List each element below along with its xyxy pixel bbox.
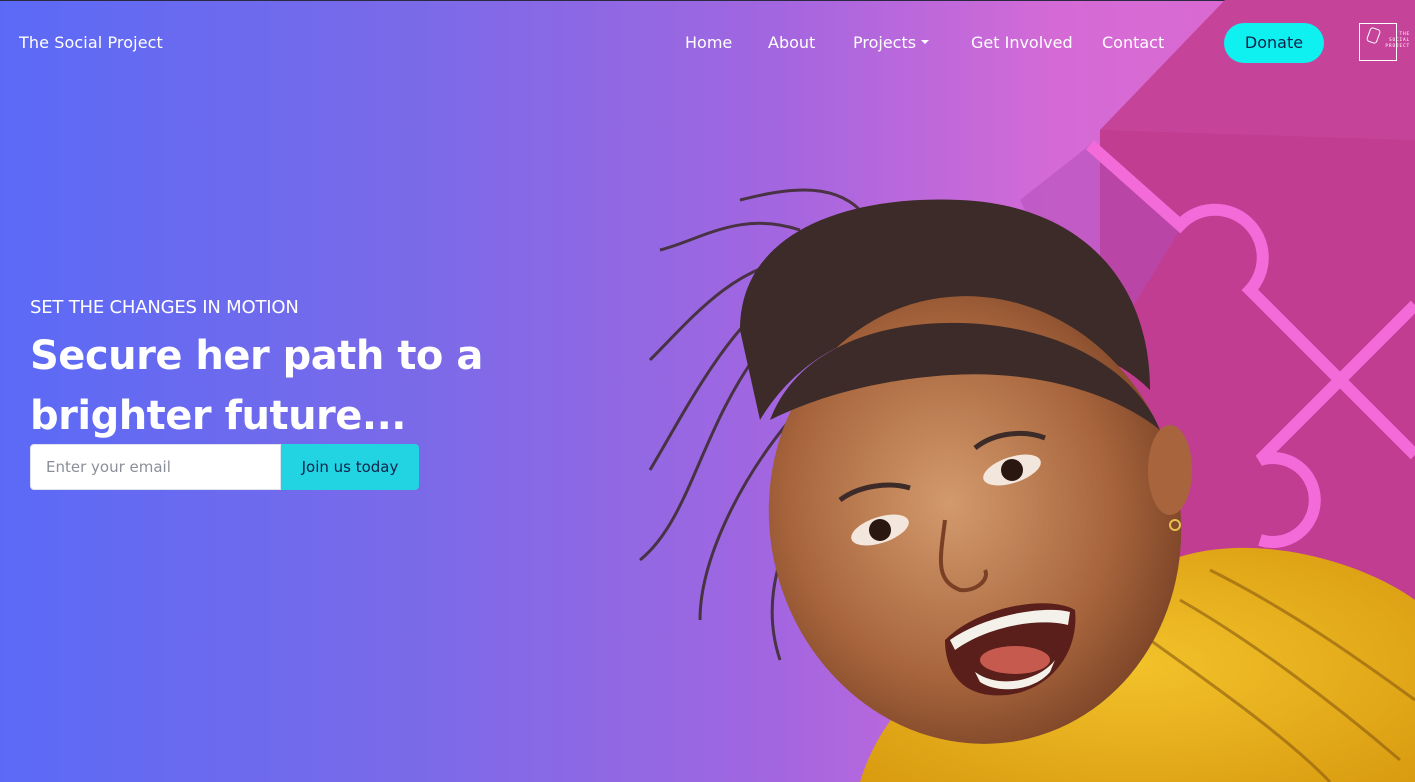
- social-project-logo[interactable]: THE SOCIAL PROJECT: [1359, 23, 1409, 61]
- caret-down-icon: [921, 39, 930, 44]
- join-button[interactable]: Join us today: [281, 444, 419, 490]
- nav-home[interactable]: Home: [685, 33, 732, 52]
- nav-projects-label: Projects: [853, 33, 917, 52]
- main-nav: Home About Projects Get Involved Contact: [0, 33, 1415, 55]
- hero-page: The Social Project Home About Projects G…: [0, 0, 1415, 782]
- ear: [1148, 425, 1192, 515]
- hero-eyebrow: SET THE CHANGES IN MOTION: [30, 297, 299, 318]
- nav-get-involved[interactable]: Get Involved: [971, 33, 1073, 52]
- signup-form: Join us today: [30, 444, 419, 490]
- hero-headline: Secure her path to a brighter future...: [30, 333, 483, 439]
- nav-projects[interactable]: Projects: [853, 33, 930, 52]
- donate-button[interactable]: Donate: [1224, 23, 1324, 63]
- email-input[interactable]: [30, 444, 281, 490]
- nav-about[interactable]: About: [768, 33, 815, 52]
- logo-glyph-icon: [1365, 26, 1382, 45]
- logo-text: THE SOCIAL PROJECT: [1385, 32, 1410, 49]
- nav-contact[interactable]: Contact: [1102, 33, 1164, 52]
